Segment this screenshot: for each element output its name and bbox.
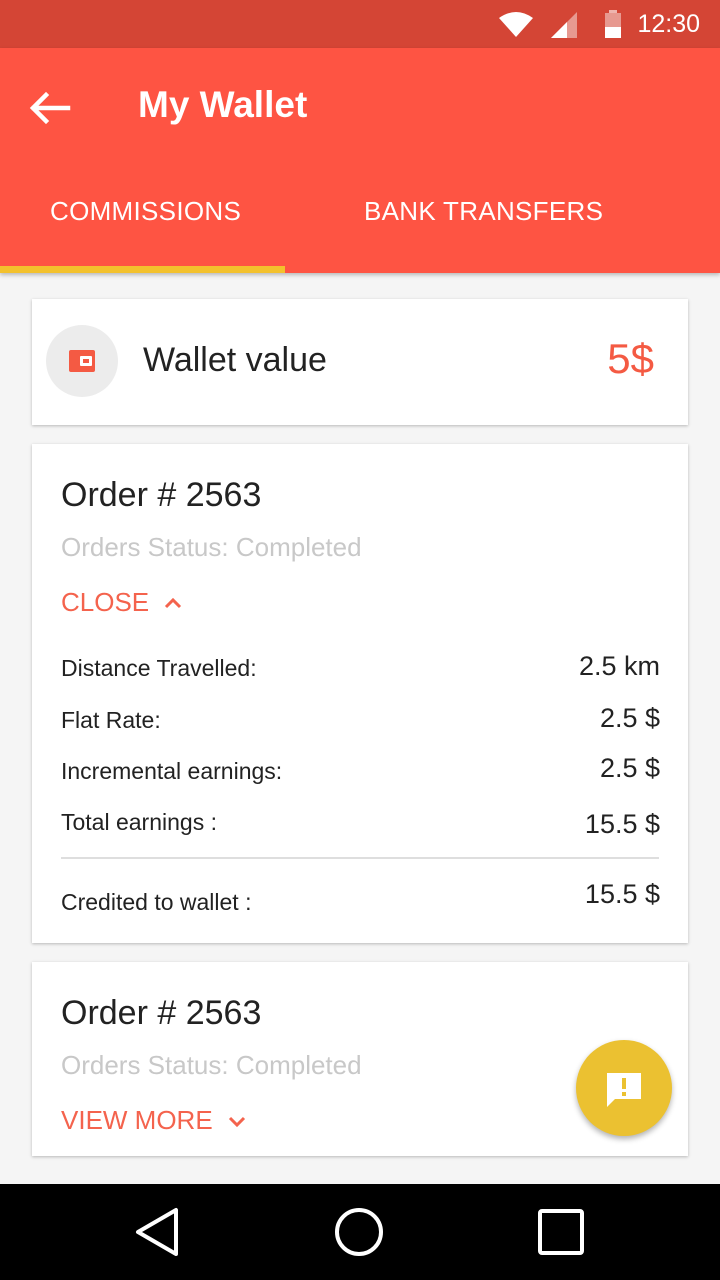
cell-signal-icon bbox=[551, 12, 577, 38]
order-card: Order # 2563 Orders Status: Completed CL… bbox=[32, 444, 688, 943]
wallet-icon-circle bbox=[46, 325, 118, 397]
detail-value-flat-rate: 2.5 $ bbox=[599, 703, 660, 733]
tab-indicator bbox=[0, 266, 285, 273]
chevron-down-icon bbox=[228, 1116, 245, 1127]
detail-value-distance: 2.5 km bbox=[578, 651, 660, 681]
close-toggle-button[interactable]: CLOSE bbox=[61, 587, 183, 618]
recents-nav-icon[interactable] bbox=[535, 1206, 587, 1258]
arrow-left-icon[interactable] bbox=[28, 86, 72, 130]
wallet-icon bbox=[69, 350, 95, 372]
detail-value-incremental: 2.5 $ bbox=[599, 753, 660, 783]
status-bar: 12:30 bbox=[0, 0, 720, 48]
navigation-bar bbox=[0, 1184, 720, 1280]
page-title: My Wallet bbox=[138, 84, 308, 125]
toggle-label: VIEW MORE bbox=[61, 1105, 213, 1135]
detail-label-flat-rate: Flat Rate: bbox=[61, 707, 161, 733]
order-title: Order # 2563 bbox=[61, 994, 262, 1032]
chevron-up-icon bbox=[165, 597, 182, 608]
wallet-label: Wallet value bbox=[143, 341, 327, 379]
tab-bank-transfers[interactable]: BANK TRANSFERS bbox=[364, 196, 603, 227]
order-status: Orders Status: Completed bbox=[61, 532, 362, 562]
credited-label: Credited to wallet : bbox=[61, 889, 252, 915]
detail-label-distance: Distance Travelled: bbox=[61, 655, 257, 681]
battery-icon bbox=[605, 10, 621, 38]
detail-label-incremental: Incremental earnings: bbox=[61, 758, 283, 784]
order-title: Order # 2563 bbox=[61, 476, 262, 514]
back-nav-icon[interactable] bbox=[132, 1206, 184, 1258]
home-nav-icon[interactable] bbox=[333, 1206, 385, 1258]
detail-label-total: Total earnings : bbox=[61, 809, 217, 835]
credited-value: 15.5 $ bbox=[584, 879, 660, 909]
wallet-value: 5$ bbox=[607, 335, 654, 382]
toggle-label: CLOSE bbox=[61, 587, 150, 617]
wifi-icon bbox=[499, 12, 533, 37]
order-status: Orders Status: Completed bbox=[61, 1050, 362, 1080]
status-time: 12:30 bbox=[637, 10, 700, 38]
tab-commissions[interactable]: COMMISSIONS bbox=[50, 196, 241, 227]
feedback-icon bbox=[607, 1073, 641, 1107]
divider bbox=[61, 857, 659, 859]
app-bar bbox=[0, 48, 720, 273]
detail-value-total: 15.5 $ bbox=[584, 809, 660, 839]
view-more-button[interactable]: VIEW MORE bbox=[61, 1105, 247, 1136]
wallet-card: Wallet value 5$ bbox=[32, 299, 688, 425]
feedback-fab-button[interactable] bbox=[576, 1040, 672, 1136]
